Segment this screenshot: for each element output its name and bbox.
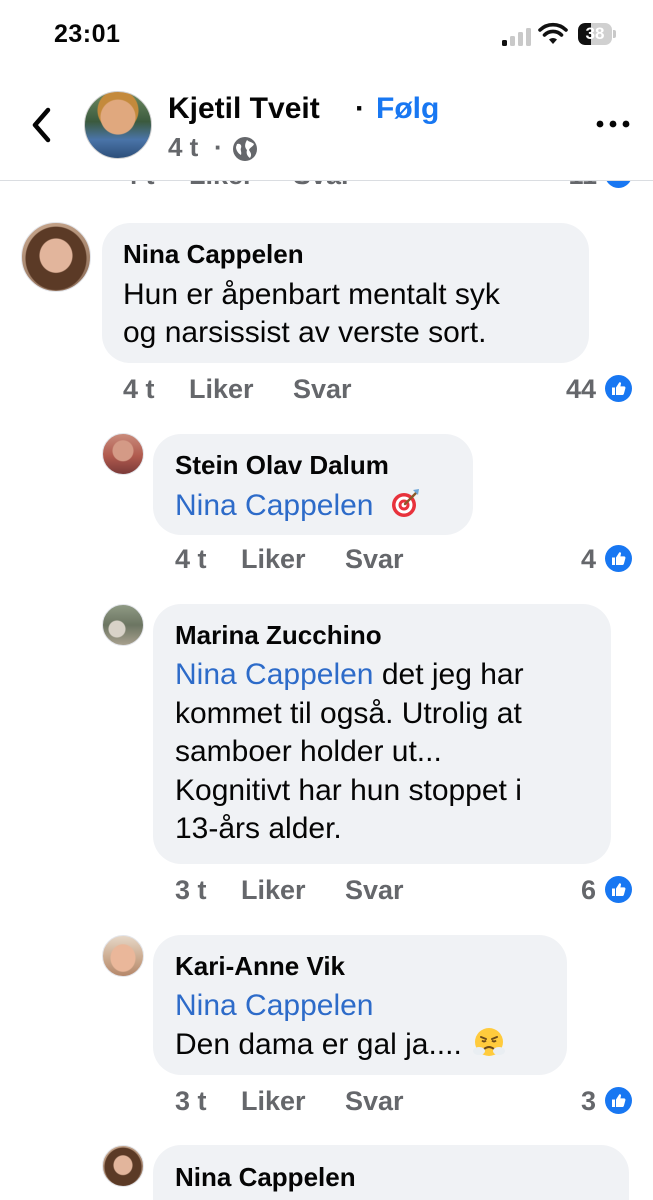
commenter-avatar[interactable]	[102, 604, 144, 646]
globe-icon	[233, 137, 257, 161]
reply-button[interactable]: Svar	[293, 181, 352, 191]
mention-link[interactable]: Nina Cappelen	[175, 658, 373, 691]
like-button[interactable]: Liker	[189, 181, 254, 191]
reply-button[interactable]: Svar	[345, 544, 404, 575]
battery-percent: 38	[585, 24, 605, 43]
commenter-avatar[interactable]	[102, 935, 144, 977]
commenter-avatar[interactable]	[102, 433, 144, 475]
reply-marina-zucchino: Marina Zucchino Nina Cappelen det jeg ha…	[0, 601, 653, 911]
comment-text-line: Nina Cappelen	[175, 486, 422, 526]
like-count[interactable]: 44	[536, 374, 596, 405]
reply-button[interactable]: Svar	[293, 374, 352, 405]
wifi-icon	[538, 22, 568, 44]
status-bar: 23:01 38	[0, 0, 653, 70]
comment-text-fragment: det jeg har	[373, 658, 524, 691]
post-header: Kjetil Tveit · Følg 4 t ·	[0, 72, 653, 181]
comment-text-line: samboer holder ut...	[175, 735, 442, 768]
comment-text-line: kommet til også. Utrolig at	[175, 697, 522, 730]
post-author-avatar[interactable]	[84, 91, 152, 159]
reply-stein-olav-dalum: Stein Olav Dalum Nina Cappelen 4 t Liker…	[0, 431, 653, 581]
comment-author[interactable]: Kari-Anne Vik	[175, 951, 345, 982]
status-time: 23:01	[54, 20, 121, 48]
like-reaction-icon	[605, 375, 632, 402]
reply-button[interactable]: Svar	[345, 1086, 404, 1117]
mention-link[interactable]: Nina Cappelen	[175, 989, 373, 1022]
like-count[interactable]: 3	[536, 1086, 596, 1117]
comment-text-fragment: Den dama er gal ja....	[175, 1028, 462, 1061]
direct-hit-emoji	[391, 489, 419, 517]
comment-author[interactable]: Marina Zucchino	[175, 620, 382, 651]
comment-text-line: Den dama er gal ja....	[175, 1025, 506, 1065]
follow-button[interactable]: Følg	[376, 92, 439, 126]
comment-time[interactable]: 3 t	[175, 1086, 207, 1117]
comment-time[interactable]: 4 t	[123, 181, 155, 191]
time-separator: ·	[214, 132, 223, 162]
cellular-signal-icon	[502, 26, 532, 46]
header-separator: ·	[355, 92, 365, 125]
comment-text-line: Kognitivt har hun stoppet i	[175, 774, 522, 807]
comments-feed[interactable]: 4 t Liker Svar 11 Nina Cappelen Hun er å…	[0, 181, 653, 1200]
comment-nina-cappelen: Nina Cappelen Hun er åpenbart mentalt sy…	[0, 221, 653, 411]
comment-author[interactable]: Nina Cappelen	[175, 1162, 356, 1193]
mention-link[interactable]: Nina Cappelen	[175, 489, 373, 522]
like-button[interactable]: Liker	[241, 875, 306, 906]
comment-author[interactable]: Stein Olav Dalum	[175, 450, 389, 481]
more-options-button[interactable]	[590, 112, 636, 136]
like-reaction-icon	[605, 545, 632, 572]
reply-button[interactable]: Svar	[345, 875, 404, 906]
comment-time[interactable]: 4 t	[175, 544, 207, 575]
like-count[interactable]: 4	[536, 544, 596, 575]
reply-nina-cappelen: Nina Cappelen	[0, 1143, 653, 1200]
commenter-avatar[interactable]	[21, 222, 91, 292]
like-reaction-icon	[606, 181, 631, 188]
comment-text-line: 13-års alder.	[175, 812, 342, 845]
like-count[interactable]: 6	[536, 875, 596, 906]
comment-time[interactable]: 4 t	[123, 374, 155, 405]
battery-icon: 38	[578, 23, 616, 45]
comment-text-line: Nina Cappelen	[175, 987, 373, 1026]
reply-kari-anne-vik: Kari-Anne Vik Nina Cappelen Den dama er …	[0, 933, 653, 1123]
comment-time[interactable]: 3 t	[175, 875, 207, 906]
like-reaction-icon	[605, 876, 632, 903]
comment-text-line: og narsissist av verste sort.	[123, 316, 487, 349]
partial-comment-actions: 4 t Liker Svar 11	[0, 181, 653, 195]
comment-author[interactable]: Nina Cappelen	[123, 239, 304, 270]
like-button[interactable]: Liker	[241, 1086, 306, 1117]
back-button[interactable]	[22, 100, 62, 150]
comment-text-line: Hun er åpenbart mentalt syk	[123, 278, 500, 311]
post-author-name[interactable]: Kjetil Tveit	[168, 92, 320, 126]
comment-text-line: Nina Cappelen det jeg har	[175, 656, 524, 695]
like-reaction-icon	[605, 1087, 632, 1114]
post-time[interactable]: 4 t	[168, 132, 198, 163]
like-button[interactable]: Liker	[241, 544, 306, 575]
steam-from-nose-emoji	[473, 1028, 506, 1056]
commenter-avatar[interactable]	[102, 1145, 144, 1187]
like-count[interactable]: 11	[537, 181, 597, 191]
like-button[interactable]: Liker	[189, 374, 254, 405]
